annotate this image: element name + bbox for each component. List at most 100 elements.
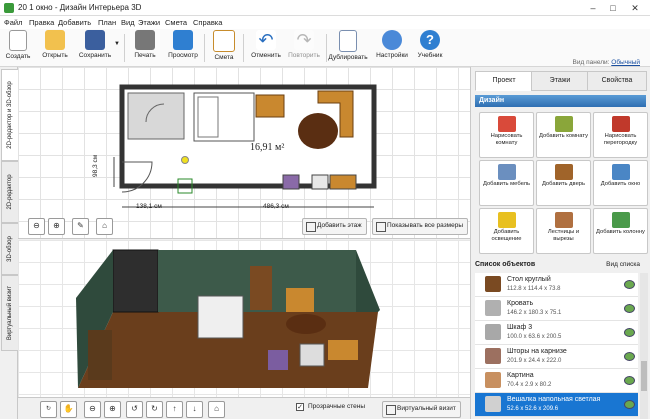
estimate-button[interactable]: Смета bbox=[210, 30, 238, 66]
design-button-draw-room[interactable]: Нарисовать комнату bbox=[479, 112, 534, 158]
design-button-stairs[interactable]: Лестницы и вырезы bbox=[536, 208, 591, 254]
objects-scrollbar[interactable] bbox=[640, 273, 648, 419]
object-list-item[interactable]: Картина 70.4 x 2.9 x 80.2 bbox=[475, 369, 638, 393]
design-button-add-door[interactable]: Добавить дверь bbox=[536, 160, 591, 206]
undo-arrow-icon: ↶ bbox=[256, 30, 276, 50]
virtual-visit-icon bbox=[386, 405, 396, 415]
design-button-add-window[interactable]: Добавить окно bbox=[593, 160, 648, 206]
window-title: 20 1 окно - Дизайн Интерьера 3D bbox=[18, 3, 142, 12]
menu-file[interactable]: Файл bbox=[4, 18, 22, 27]
tilt-down-button[interactable]: ↓ bbox=[186, 401, 203, 418]
object-dimensions: 52.6 x 52.6 x 209.6 bbox=[507, 406, 559, 412]
object-thumbnail bbox=[485, 300, 501, 316]
view-mode-tabs: 2D-редактор и 3D-обзор 2D-редактор 3D-об… bbox=[0, 67, 18, 419]
rotate-right-button[interactable]: ↻ bbox=[146, 401, 163, 418]
redo-button[interactable]: ↷ Повторить bbox=[285, 30, 323, 66]
design-button-add-column[interactable]: Добавить колонну bbox=[593, 208, 648, 254]
orbit-mode-button[interactable]: ↻ bbox=[40, 401, 57, 418]
tab-2d-editor[interactable]: 2D-редактор bbox=[1, 161, 18, 223]
panel-view-selector[interactable]: Вид панели: Обычный bbox=[573, 59, 640, 66]
toolbar-separator bbox=[243, 34, 244, 62]
object-list-item[interactable]: Стол круглый 112.8 x 114.4 x 73.8 bbox=[475, 273, 638, 297]
transparent-walls-checkbox[interactable]: ✓ bbox=[296, 403, 304, 411]
tilt-up-button[interactable]: ↑ bbox=[166, 401, 183, 418]
tab-floors[interactable]: Этажи bbox=[531, 71, 589, 91]
list-view-toggle[interactable]: Вид списка bbox=[606, 261, 640, 268]
object-list-item[interactable]: Кровать 146.2 x 180.3 x 75.1 bbox=[475, 297, 638, 321]
zoom-in-button[interactable]: ⊕ bbox=[48, 218, 65, 235]
undo-button[interactable]: ↶ Отменить bbox=[247, 30, 285, 66]
right-wall-3d bbox=[356, 250, 380, 312]
design-button-add-lighting[interactable]: Добавить освещение bbox=[479, 208, 534, 254]
object-list-item[interactable]: Шкаф 3 100.0 x 63.6 x 200.5 bbox=[475, 321, 638, 345]
menu-edit[interactable]: Правка bbox=[29, 18, 54, 27]
preview-button[interactable]: Просмотр bbox=[166, 30, 200, 66]
tab-3d-view[interactable]: 3D-обзор bbox=[1, 223, 18, 275]
visibility-eye-icon[interactable] bbox=[624, 376, 635, 385]
menu-add[interactable]: Добавить bbox=[58, 18, 91, 27]
menu-view[interactable]: Вид bbox=[121, 18, 135, 27]
tutorial-button[interactable]: ? Учебник bbox=[413, 30, 447, 66]
menu-floors[interactable]: Этажи bbox=[138, 18, 160, 27]
maximize-button[interactable]: □ bbox=[606, 2, 620, 14]
add-floor-button[interactable]: Добавить этаж bbox=[302, 218, 367, 235]
tab-properties[interactable]: Свойства bbox=[587, 71, 647, 91]
visibility-eye-icon[interactable] bbox=[624, 328, 635, 337]
add-room-icon bbox=[554, 116, 573, 132]
tab-2d-3d[interactable]: 2D-редактор и 3D-обзор bbox=[1, 69, 18, 161]
menu-help[interactable]: Справка bbox=[193, 18, 222, 27]
zoom-in-3d-button[interactable]: ⊕ bbox=[104, 401, 121, 418]
tab-virtual-visit[interactable]: Виртуальный визит bbox=[1, 275, 18, 351]
add-window-icon bbox=[611, 164, 630, 180]
object-dimensions: 70.4 x 2.9 x 80.2 bbox=[507, 382, 552, 388]
duplicate-pages-icon bbox=[339, 30, 357, 52]
visibility-eye-icon[interactable] bbox=[624, 352, 635, 361]
design-section-header: Дизайн bbox=[475, 95, 646, 107]
home-3d-button[interactable]: ⌂ bbox=[208, 401, 225, 418]
object-dimensions: 201.9 x 24.4 x 222.0 bbox=[507, 358, 562, 364]
print-button[interactable]: Печать bbox=[130, 30, 160, 66]
rotate-left-button[interactable]: ↺ bbox=[126, 401, 143, 418]
virtual-visit-button[interactable]: Виртуальный визит bbox=[382, 401, 461, 418]
minimize-button[interactable]: – bbox=[586, 2, 600, 14]
add-door-icon bbox=[554, 164, 573, 180]
pan-hand-button[interactable]: ✋ bbox=[60, 401, 77, 418]
show-sizes-button[interactable]: Показывать все размеры bbox=[372, 218, 469, 235]
stairs-icon bbox=[554, 212, 573, 228]
menu-plan[interactable]: План bbox=[98, 18, 116, 27]
close-button[interactable]: ✕ bbox=[628, 2, 642, 14]
design-button-add-furniture[interactable]: Добавить мебель bbox=[479, 160, 534, 206]
visibility-eye-icon[interactable] bbox=[624, 400, 635, 409]
design-button-add-room[interactable]: Добавить комнату bbox=[536, 112, 591, 158]
duplicate-button[interactable]: Дублировать bbox=[327, 30, 369, 66]
create-button[interactable]: Создать bbox=[3, 30, 33, 66]
object-list-item[interactable]: Вешалка напольная светлая 52.6 x 52.6 x 2… bbox=[475, 393, 638, 417]
settings-button[interactable]: Настройки bbox=[373, 30, 411, 66]
add-column-icon bbox=[611, 212, 630, 228]
counter-shape bbox=[329, 174, 357, 190]
scrollbar-thumb[interactable] bbox=[641, 361, 647, 391]
save-button[interactable]: Сохранить bbox=[74, 30, 116, 66]
dimension-label-right: 486,3 см bbox=[263, 203, 289, 210]
pillow-shape bbox=[197, 96, 219, 138]
open-button[interactable]: Открыть bbox=[37, 30, 73, 66]
stove-shape bbox=[311, 174, 329, 190]
object-name: Стол круглый bbox=[507, 276, 551, 283]
zoom-out-button[interactable]: ⊖ bbox=[28, 218, 45, 235]
visibility-eye-icon[interactable] bbox=[624, 304, 635, 313]
view-3d[interactable] bbox=[18, 240, 470, 397]
objects-list-header: Список объектов Вид списка bbox=[475, 261, 640, 268]
dimension-label-height: 98,3 см bbox=[92, 154, 99, 177]
object-list-item[interactable]: Шторы на карнизе 201.9 x 24.4 x 222.0 bbox=[475, 345, 638, 369]
menu-estimate[interactable]: Смета bbox=[165, 18, 187, 27]
object-thumbnail bbox=[485, 396, 501, 412]
zoom-out-3d-button[interactable]: ⊖ bbox=[84, 401, 101, 418]
design-button-draw-partition[interactable]: Нарисовать перегородку bbox=[593, 112, 648, 158]
plan-2d-editor[interactable]: 16,91 м² 138,1 см 486,3 см 98,3 см ⊖ ⊕ ✎… bbox=[18, 67, 470, 239]
tab-project[interactable]: Проект bbox=[475, 71, 533, 91]
draw-room-icon bbox=[497, 116, 516, 132]
ruler-button[interactable]: ✎ bbox=[72, 218, 89, 235]
visibility-eye-icon[interactable] bbox=[624, 280, 635, 289]
object-dimensions: 100.0 x 63.6 x 200.5 bbox=[507, 334, 562, 340]
home-view-button[interactable]: ⌂ bbox=[96, 218, 113, 235]
